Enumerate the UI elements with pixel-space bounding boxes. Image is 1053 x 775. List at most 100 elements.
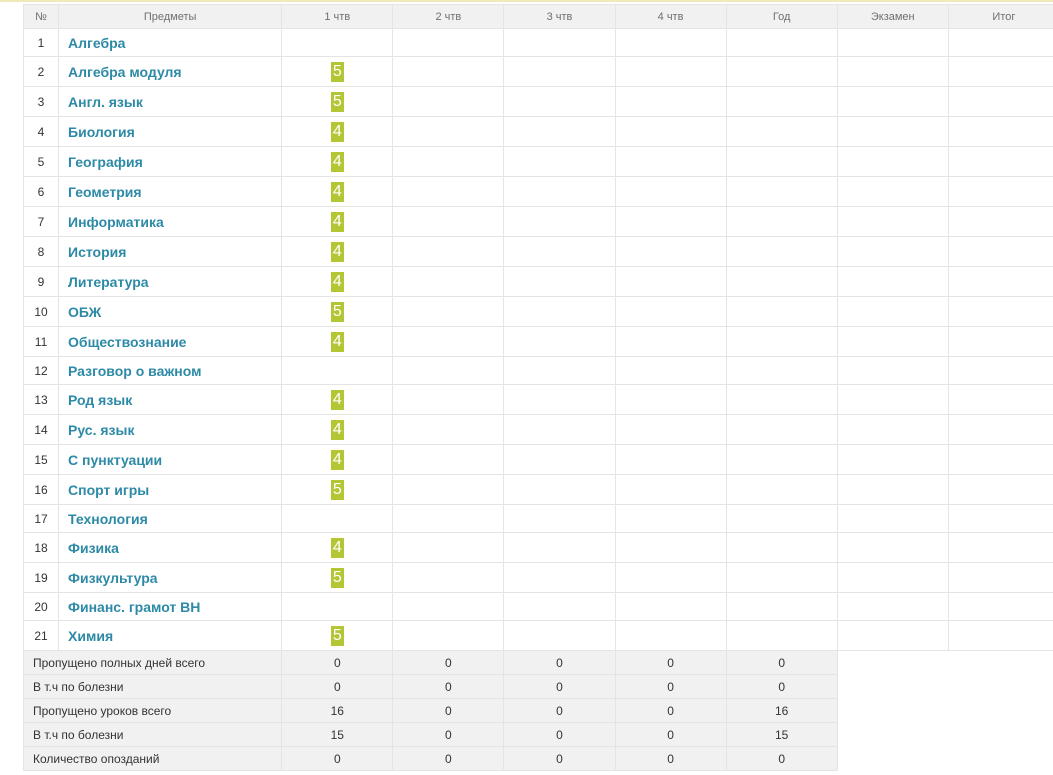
grade-cell-year: [725, 414, 838, 445]
grade-cell-final: [947, 116, 1053, 147]
grade-cell-q4: [614, 326, 727, 357]
grade-cell-q4: [614, 56, 727, 87]
grade-cell-final: [947, 56, 1053, 87]
subject-link[interactable]: Спорт игры: [68, 482, 149, 498]
grade-cell-q3: [503, 28, 616, 57]
row-number: 11: [22, 326, 60, 357]
subject-row: 19 Физкультура 5: [22, 562, 1053, 593]
grade-mark[interactable]: 4: [330, 389, 344, 410]
subject-link[interactable]: Алгебра модуля: [68, 64, 182, 80]
subject-link[interactable]: Технология: [68, 511, 148, 527]
subject-link[interactable]: Финанс. грамот ВН: [68, 599, 200, 615]
header-subjects: Предметы: [58, 4, 283, 29]
subject-link[interactable]: Род язык: [68, 392, 132, 408]
grade-cell-q4: [614, 146, 727, 177]
grade-mark[interactable]: 4: [330, 121, 344, 142]
grade-cell-year: [725, 176, 838, 207]
summary-empty-exam: [837, 674, 949, 699]
summary-value-q3: 0: [503, 722, 616, 747]
grade-cell-q3: [503, 356, 616, 385]
grade-cell-q1: [281, 504, 394, 533]
subject-link[interactable]: Рус. язык: [68, 422, 134, 438]
subject-row: 4 Биология 4: [22, 116, 1053, 147]
subject-link[interactable]: История: [68, 244, 126, 260]
grade-cell-q2: [392, 356, 505, 385]
grade-cell-q4: [614, 86, 727, 117]
grade-mark[interactable]: 5: [330, 301, 344, 322]
subject-link[interactable]: С пунктуации: [68, 452, 162, 468]
grade-cell-q3: [503, 86, 616, 117]
grade-cell-final: [947, 86, 1053, 117]
grade-cell-q1: 4: [281, 146, 394, 177]
grade-cell-q2: [392, 56, 505, 87]
grade-mark[interactable]: 4: [330, 331, 344, 352]
grade-mark[interactable]: 4: [330, 241, 344, 262]
subject-link[interactable]: География: [68, 154, 143, 170]
grade-cell-q3: [503, 444, 616, 475]
summary-value-q1: 0: [281, 674, 394, 699]
subject-row: 3 Англ. язык 5: [22, 86, 1053, 117]
row-number: 4: [22, 116, 60, 147]
grade-mark[interactable]: 4: [330, 419, 344, 440]
grade-mark[interactable]: 4: [330, 181, 344, 202]
grade-mark[interactable]: 4: [330, 151, 344, 172]
grade-cell-final: [947, 532, 1053, 563]
grade-mark[interactable]: 5: [330, 625, 344, 646]
subject-link[interactable]: Биология: [68, 124, 135, 140]
grade-mark[interactable]: 4: [330, 449, 344, 470]
grade-mark[interactable]: 5: [330, 91, 344, 112]
grade-cell-q1: 4: [281, 384, 394, 415]
grade-mark[interactable]: 5: [330, 61, 344, 82]
grade-cell-year: [725, 592, 838, 621]
row-number: 19: [22, 562, 60, 593]
grade-cell-year: [725, 562, 838, 593]
grades-table: № Предметы 1 чтв 2 чтв 3 чтв 4 чтв Год Э…: [22, 4, 1053, 771]
summary-empty-final: [948, 674, 1053, 699]
subject-link[interactable]: Геометрия: [68, 184, 142, 200]
grade-cell-q4: [614, 176, 727, 207]
grade-cell-exam: [836, 56, 949, 87]
subject-link[interactable]: Алгебра: [68, 35, 125, 51]
summary-label: Пропущено уроков всего: [22, 698, 283, 723]
grade-mark[interactable]: 5: [330, 479, 344, 500]
grade-mark[interactable]: 4: [330, 211, 344, 232]
grade-cell-final: [947, 28, 1053, 57]
grade-cell-exam: [836, 384, 949, 415]
summary-label: В т.ч по болезни: [22, 722, 283, 747]
subject-link[interactable]: Физкультура: [68, 570, 158, 586]
grade-cell-exam: [836, 620, 949, 651]
subject-cell: Химия: [58, 620, 283, 651]
subject-cell: Обществознание: [58, 326, 283, 357]
subject-link[interactable]: Информатика: [68, 214, 164, 230]
grade-cell-year: [725, 620, 838, 651]
grade-cell-q1: 4: [281, 532, 394, 563]
summary-value-q3: 0: [503, 746, 616, 771]
subject-link[interactable]: Обществознание: [68, 334, 186, 350]
grade-cell-q2: [392, 592, 505, 621]
grade-cell-year: [725, 504, 838, 533]
grade-mark[interactable]: 4: [330, 537, 344, 558]
header-num: №: [22, 4, 60, 29]
subject-cell: Алгебра модуля: [58, 56, 283, 87]
subject-link[interactable]: Химия: [68, 628, 113, 644]
grade-cell-q4: [614, 356, 727, 385]
row-number: 6: [22, 176, 60, 207]
summary-value-q4: 0: [614, 650, 727, 675]
grade-cell-q2: [392, 116, 505, 147]
grade-cell-q2: [392, 414, 505, 445]
subject-link[interactable]: Разговор о важном: [68, 363, 201, 379]
subject-link[interactable]: ОБЖ: [68, 304, 101, 320]
subject-link[interactable]: Англ. язык: [68, 94, 143, 110]
grade-cell-exam: [836, 86, 949, 117]
header-q4: 4 чтв: [614, 4, 727, 29]
grade-mark[interactable]: 4: [330, 271, 344, 292]
subject-link[interactable]: Литература: [68, 274, 149, 290]
subject-link[interactable]: Физика: [68, 540, 119, 556]
grade-mark[interactable]: 5: [330, 567, 344, 588]
summary-value-year: 15: [725, 722, 838, 747]
subject-row: 6 Геометрия 4: [22, 176, 1053, 207]
summary-value-year: 16: [725, 698, 838, 723]
subject-cell: Физкультура: [58, 562, 283, 593]
subject-cell: География: [58, 146, 283, 177]
summary-empty-final: [948, 698, 1053, 723]
